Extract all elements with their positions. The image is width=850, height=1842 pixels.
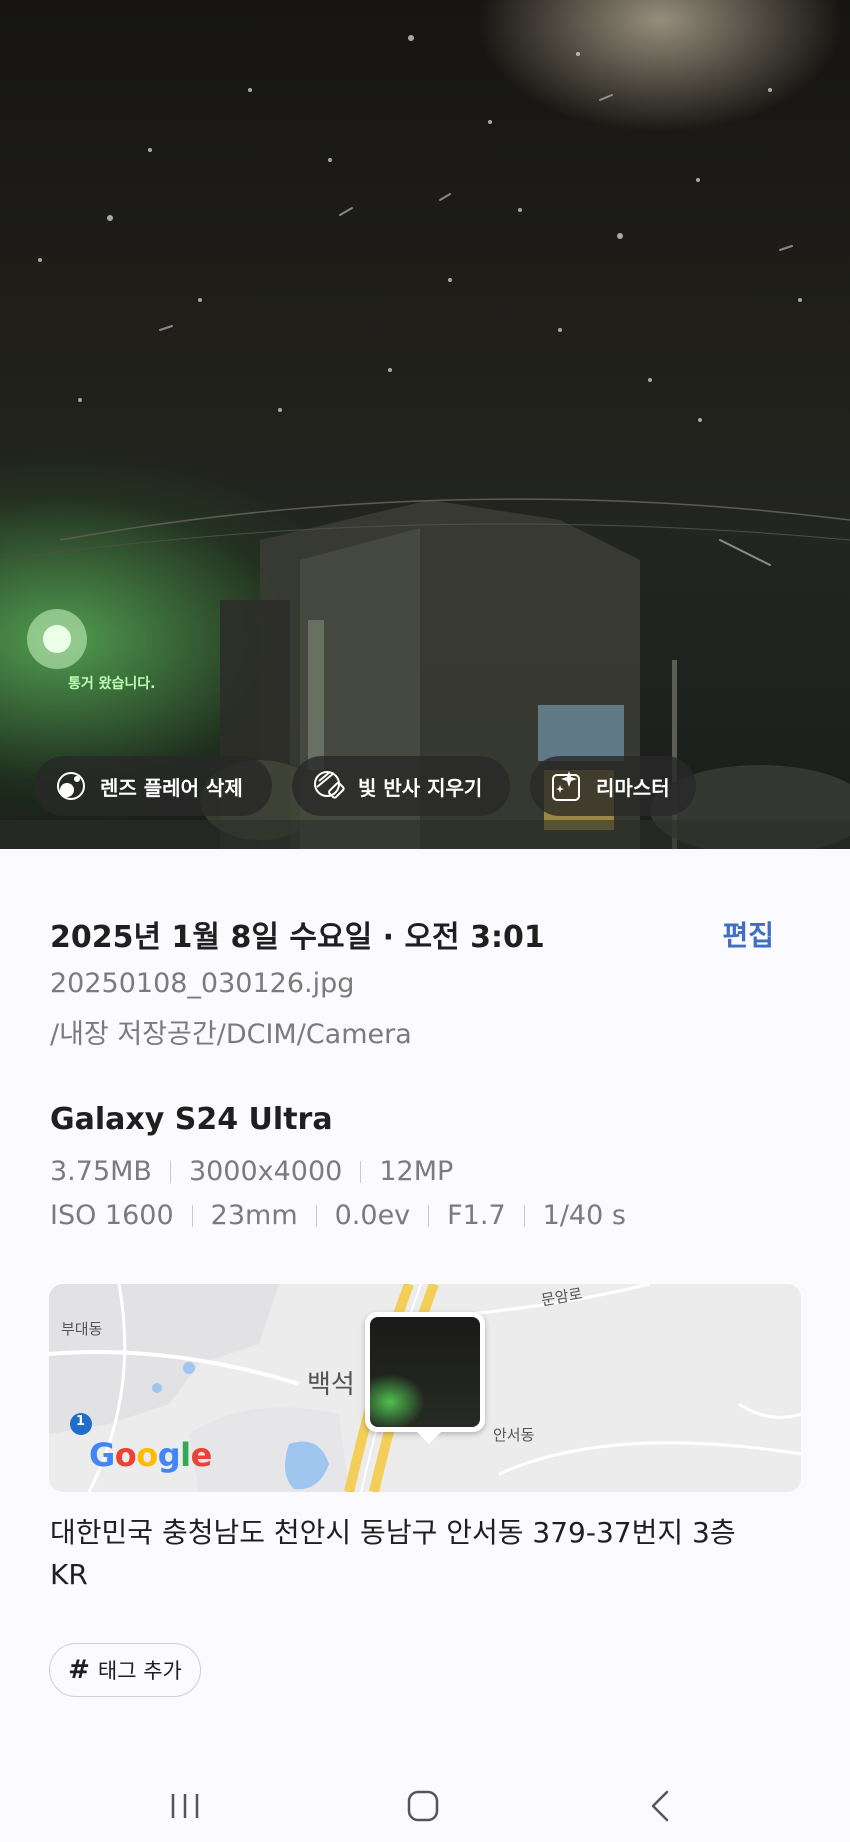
divider <box>315 1204 317 1227</box>
recent-apps-icon[interactable] <box>155 1776 215 1836</box>
chip-label: 리마스터 <box>596 775 670 800</box>
camera-specs: ISO 1600 23mm 0.0ev F1.7 1/40 s <box>50 1200 800 1231</box>
reflection-erase-button[interactable]: 빛 반사 지우기 <box>292 756 510 816</box>
photo-location-pin[interactable] <box>365 1312 485 1444</box>
divider <box>360 1160 362 1183</box>
edit-button[interactable]: 편집 <box>722 914 774 954</box>
divider <box>191 1204 193 1227</box>
megapixels: 12MP <box>379 1156 454 1187</box>
divider <box>169 1160 171 1183</box>
iso: ISO 1600 <box>50 1200 174 1231</box>
remaster-sparkle-icon <box>550 769 584 803</box>
file-name: 20250108_030126.jpg <box>50 968 355 999</box>
photo-datetime: 2025년 1월 8일 수요일 · 오전 3:01 <box>50 920 545 955</box>
pin-tail <box>417 1432 441 1444</box>
pin-thumbnail <box>370 1317 480 1427</box>
route-number: 1 <box>76 1414 86 1429</box>
resolution: 3000x4000 <box>188 1156 343 1187</box>
datetime-row: 2025년 1월 8일 수요일 · 오전 3:01 편집 <box>50 912 800 956</box>
reflection-eraser-icon <box>312 769 346 803</box>
add-tag-button[interactable]: # 태그 추가 <box>49 1643 201 1697</box>
lens-flare-icon <box>54 769 88 803</box>
country-code: KR <box>50 1558 88 1591</box>
map-label-anseo: 안서동 <box>493 1426 535 1444</box>
google-logo: Google <box>89 1436 212 1474</box>
map-label-baekseok: 백석 <box>307 1370 355 1400</box>
system-navbar <box>0 1760 850 1842</box>
location-address: 대한민국 충청남도 천안시 동남구 안서동 379-37번지 3층 KR <box>50 1512 800 1596</box>
map-label-budae: 부대동 <box>61 1320 103 1338</box>
aperture: F1.7 <box>447 1200 506 1231</box>
address-line: 대한민국 충청남도 천안시 동남구 안서동 379-37번지 3층 <box>50 1516 736 1549</box>
hash-icon: # <box>68 1655 90 1685</box>
focal-length: 23mm <box>210 1200 298 1231</box>
location-map[interactable]: 부대동 문암로 백석 안서동 1 Google <box>49 1284 801 1492</box>
back-icon[interactable] <box>631 1776 691 1836</box>
divider <box>523 1204 525 1227</box>
shutter-speed: 1/40 s <box>542 1200 626 1231</box>
remaster-button[interactable]: 리마스터 <box>530 756 696 816</box>
file-path: /내장 저장공간/DCIM/Camera <box>50 1019 412 1050</box>
exposure-value: 0.0ev <box>334 1200 411 1231</box>
sign-text: 통거 왔습니다. <box>68 676 155 692</box>
file-specs: 3.75MB 3000x4000 12MP <box>50 1156 800 1187</box>
chip-label: 빛 반사 지우기 <box>358 775 483 800</box>
snow-particles: 통거 왔습니다. <box>38 35 802 692</box>
lens-flare-remove-button[interactable]: 렌즈 플레어 삭제 <box>34 756 272 816</box>
chip-label: 렌즈 플레어 삭제 <box>100 775 243 800</box>
add-tag-label: 태그 추가 <box>97 1659 182 1683</box>
divider <box>428 1204 430 1227</box>
device-model: Galaxy S24 Ultra <box>50 1102 333 1137</box>
home-icon[interactable] <box>393 1776 453 1836</box>
photo-viewer[interactable]: 통거 왔습니다. 렌즈 플레어 삭제 빛 반사 지우기 리마스터 <box>0 0 850 849</box>
file-size: 3.75MB <box>50 1156 152 1187</box>
